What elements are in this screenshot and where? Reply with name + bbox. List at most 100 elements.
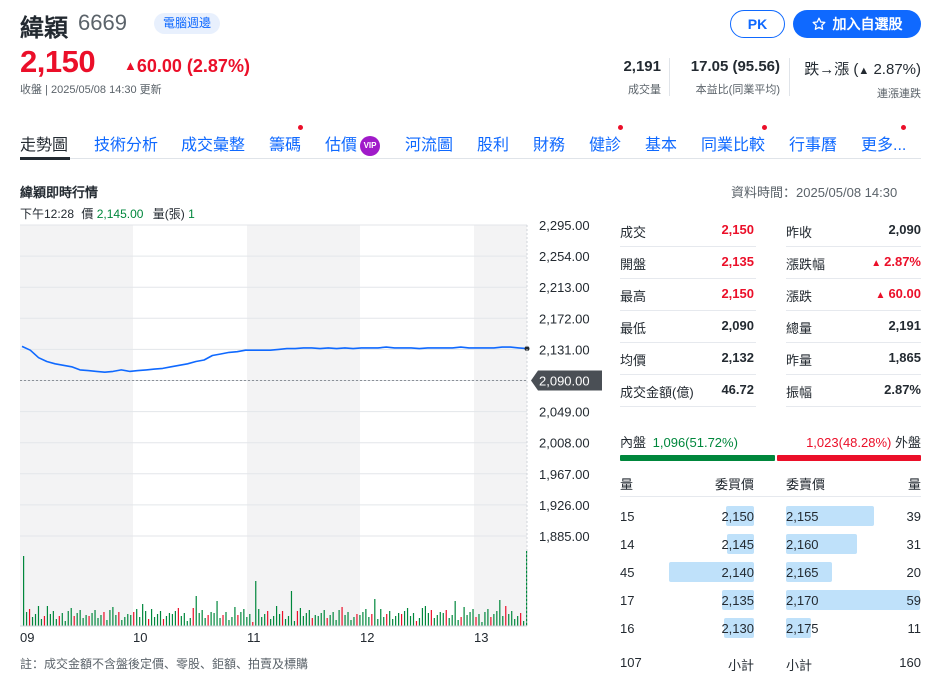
volume-bar — [511, 611, 513, 626]
bid-qty: 45 — [620, 565, 635, 580]
hour-band — [474, 225, 527, 626]
star-icon — [812, 17, 825, 30]
volume-bar — [261, 617, 263, 626]
tab-valuation[interactable]: 估價 VIP — [325, 131, 381, 156]
volume-bar — [94, 610, 96, 626]
volume-bar — [517, 616, 519, 626]
tab-financial[interactable]: 財務 — [533, 131, 565, 155]
tab-technical[interactable]: 技術分析 — [94, 131, 158, 155]
x-tick-label: 13 — [474, 630, 488, 645]
volume-bar — [499, 600, 501, 626]
quote-label: 開盤 — [620, 257, 647, 272]
tab-river[interactable]: 河流圖 — [405, 131, 453, 155]
volume-bar — [109, 610, 111, 626]
volume-bar — [23, 556, 25, 626]
tab-trend[interactable]: 走勢圖 — [20, 131, 68, 155]
volume-bar — [225, 612, 227, 626]
volume-bar — [70, 608, 72, 626]
volume-bar — [356, 614, 358, 626]
tab-more[interactable]: 更多... — [861, 131, 906, 155]
volume-bar — [451, 615, 453, 626]
volume-bar — [341, 607, 343, 626]
volume-bar — [240, 612, 242, 626]
volume-bar — [37, 606, 40, 626]
quote-value: 2,150 — [721, 286, 754, 301]
volume-bar — [201, 610, 203, 626]
volume-bar — [186, 621, 188, 626]
price-change-value: 60.00 (2.87%) — [136, 56, 250, 76]
quote-row: 開盤 2,135 漲跌幅 ▲ 2.87% — [620, 247, 921, 279]
orderbook-row: 15 2,150 2,155 39 — [620, 503, 921, 531]
bid-qty: 14 — [620, 537, 635, 552]
volume-bar — [439, 612, 441, 626]
intraday-chart[interactable]: 2,295.00 2,254.00 2,213.00 2,172.00 2,131.00… — [0, 218, 612, 650]
volume-bar — [112, 607, 114, 626]
bid-price: 2,135 — [721, 593, 754, 608]
tab-dividend[interactable]: 股利 — [477, 131, 509, 155]
outer-value: 1,023(48.28%) — [806, 435, 892, 450]
volume-bar — [31, 617, 34, 626]
volume-bar — [523, 621, 525, 626]
volume-bar — [347, 612, 349, 626]
hour-band — [20, 225, 133, 626]
volume-bar — [332, 612, 334, 626]
quote-label: 最低 — [620, 321, 647, 336]
up-arrow-icon: ▲ — [858, 65, 870, 77]
volume-bar — [82, 618, 84, 626]
volume-bar — [46, 606, 49, 626]
volume-bar — [231, 617, 233, 626]
volume-bar — [255, 581, 257, 626]
volume-bar — [466, 615, 468, 626]
tab-calendar[interactable]: 行事曆 — [789, 131, 837, 155]
volume-bar — [91, 613, 93, 626]
industry-badge[interactable]: 電腦週邊 — [154, 13, 221, 34]
volume-bar — [317, 616, 319, 626]
volume-bar — [326, 618, 328, 626]
tab-peer-compare[interactable]: 同業比較 — [701, 131, 765, 155]
volume-bar — [171, 614, 174, 626]
volume-bar — [150, 609, 153, 626]
volume-bar — [320, 613, 322, 626]
volume-bar — [127, 614, 129, 626]
y-tick-label: 1,885.00 — [539, 529, 590, 544]
quote-value: 2,135 — [721, 254, 754, 269]
add-watchlist-button[interactable]: 加入自選股 — [793, 10, 921, 38]
volume-bar — [275, 606, 278, 626]
bid-price: 2,140 — [721, 565, 754, 580]
volume-bar — [403, 611, 406, 626]
volume-bar — [243, 609, 245, 626]
quote-value: 46.72 — [721, 382, 754, 397]
tab-chips[interactable]: 籌碼 — [269, 131, 301, 155]
volume-bar — [308, 610, 310, 626]
tab-transactions[interactable]: 成交彙整 — [181, 131, 245, 155]
volume-bar — [374, 599, 376, 626]
volume-bar — [406, 608, 409, 626]
volume-bar — [415, 621, 418, 626]
ask-price: 2,170 — [786, 593, 819, 608]
quote-value: 2.87% — [884, 382, 921, 397]
volume-bar — [273, 616, 275, 626]
volume-bar — [118, 612, 120, 626]
quote-row: 最低 2,090 總量 2,191 — [620, 311, 921, 343]
volume-bar — [85, 615, 87, 626]
volume-bar — [290, 591, 293, 626]
ask-qty: 39 — [906, 509, 921, 524]
volume-bar — [192, 608, 194, 626]
data-time: 資料時間：2025/05/08 14:30 — [731, 185, 898, 200]
tab-basic[interactable]: 基本 — [645, 131, 677, 155]
volume-bar — [58, 616, 60, 626]
stat-streak: 跌→漲 (▲ 2.87%) 連漲連跌 — [804, 58, 921, 101]
volume-bar — [67, 611, 69, 626]
pk-button[interactable]: PK — [730, 10, 785, 38]
inner-outer-bar — [620, 455, 921, 461]
volume-bar — [64, 621, 66, 626]
tab-diagnosis[interactable]: 健診 — [589, 131, 621, 155]
volume-bar — [264, 614, 266, 626]
volume-bar — [305, 613, 307, 626]
volume-bar — [472, 609, 474, 626]
volume-bar — [52, 611, 54, 626]
volume-bar — [442, 613, 444, 626]
volume-bar — [234, 607, 236, 626]
inner-bar — [620, 455, 775, 461]
stat-pe-label: 本益比(同業平均) — [695, 84, 780, 96]
